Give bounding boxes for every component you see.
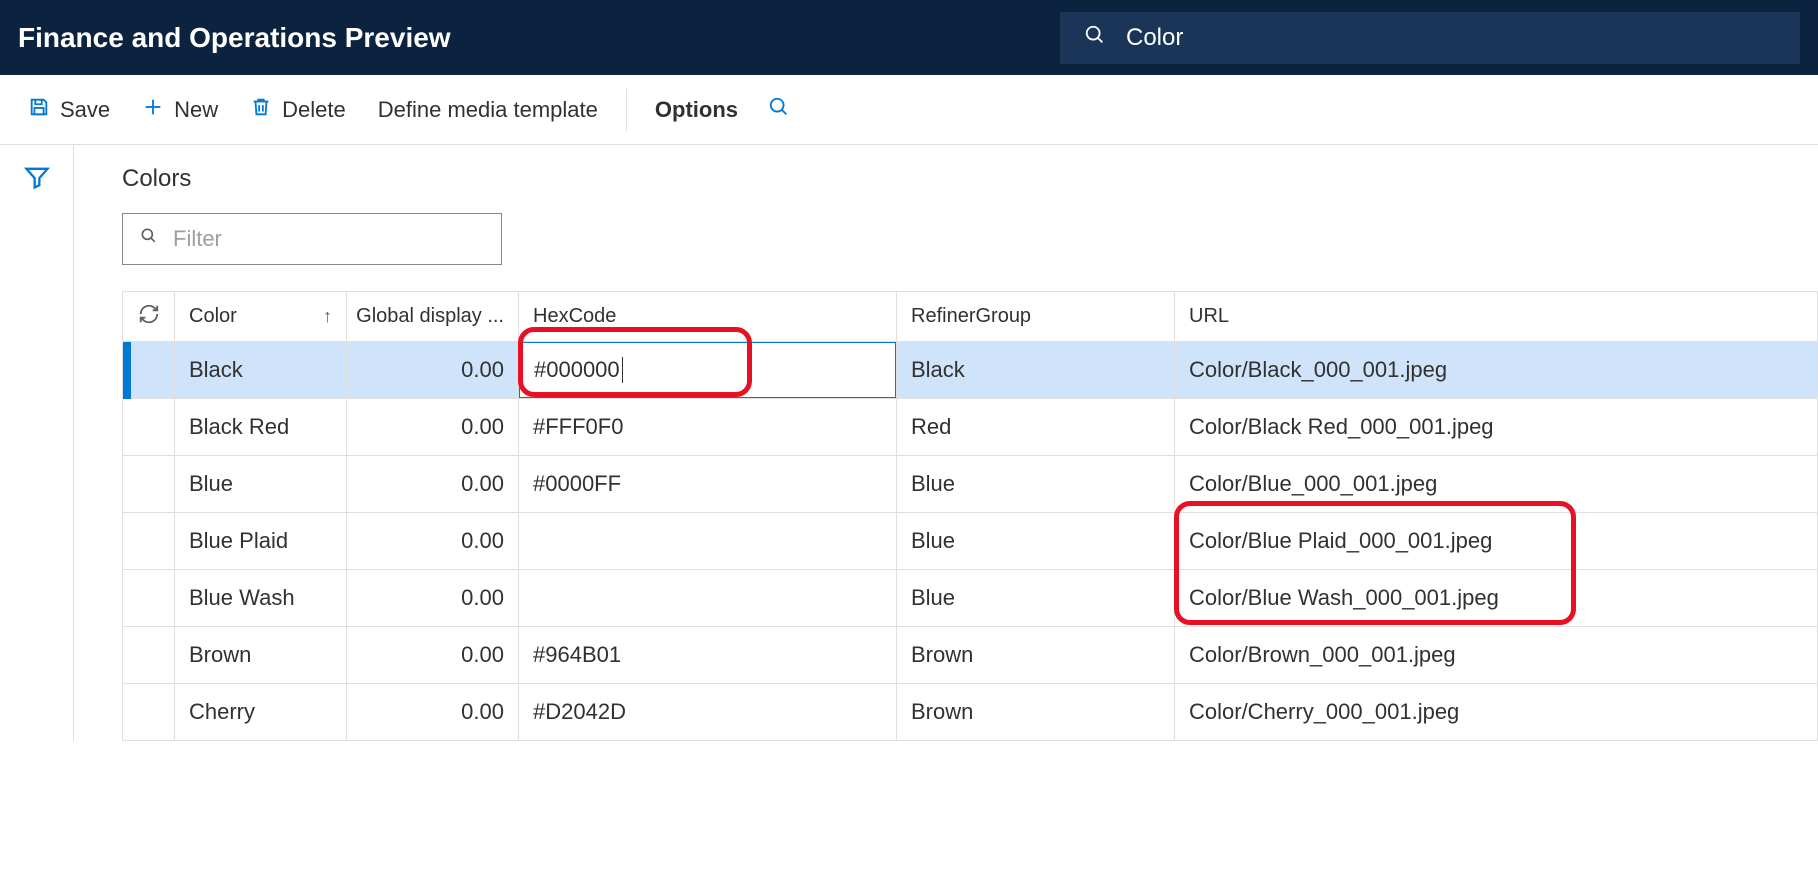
new-label: New bbox=[174, 97, 218, 123]
row-selector[interactable] bbox=[123, 456, 175, 513]
column-header-url[interactable]: URL bbox=[1175, 292, 1818, 342]
cell-hexcode[interactable]: #D2042D bbox=[519, 684, 897, 741]
cell-url[interactable]: Color/Brown_000_001.jpeg bbox=[1175, 627, 1818, 684]
top-nav: Finance and Operations Preview bbox=[0, 0, 1818, 75]
colors-grid: Color ↑ Global display ... HexCode Refin… bbox=[122, 291, 1818, 741]
cell-color[interactable]: Blue bbox=[175, 456, 347, 513]
global-search[interactable] bbox=[1060, 12, 1800, 64]
row-selector[interactable] bbox=[123, 513, 175, 570]
save-icon bbox=[28, 96, 50, 124]
column-label: RefinerGroup bbox=[911, 305, 1031, 328]
column-label: HexCode bbox=[533, 305, 616, 328]
trash-icon bbox=[250, 96, 272, 124]
options-label: Options bbox=[655, 97, 738, 123]
cell-color[interactable]: Blue Plaid bbox=[175, 513, 347, 570]
cell-color[interactable]: Blue Wash bbox=[175, 570, 347, 627]
options-button[interactable]: Options bbox=[641, 89, 752, 131]
cell-hexcode[interactable] bbox=[519, 570, 897, 627]
side-rail bbox=[0, 145, 74, 741]
define-media-template-button[interactable]: Define media template bbox=[364, 89, 612, 131]
cell-url[interactable]: Color/Black_000_001.jpeg bbox=[1175, 342, 1818, 399]
cell-color[interactable]: Brown bbox=[175, 627, 347, 684]
row-selector[interactable] bbox=[123, 399, 175, 456]
row-selector[interactable] bbox=[123, 627, 175, 684]
cell-color[interactable]: Cherry bbox=[175, 684, 347, 741]
column-header-color[interactable]: Color ↑ bbox=[175, 292, 347, 342]
column-header-refinergroup[interactable]: RefinerGroup bbox=[897, 292, 1175, 342]
new-button[interactable]: New bbox=[128, 88, 232, 132]
cell-display[interactable]: 0.00 bbox=[347, 399, 519, 456]
cell-display[interactable]: 0.00 bbox=[347, 684, 519, 741]
cell-color[interactable]: Black Red bbox=[175, 399, 347, 456]
cell-refiner[interactable]: Brown bbox=[897, 684, 1175, 741]
column-label: Color bbox=[189, 305, 237, 328]
filter-pane-button[interactable] bbox=[23, 163, 51, 194]
cell-url[interactable]: Color/Cherry_000_001.jpeg bbox=[1175, 684, 1818, 741]
cell-refiner[interactable]: Red bbox=[897, 399, 1175, 456]
app-title: Finance and Operations Preview bbox=[18, 22, 451, 54]
cell-color[interactable]: Black bbox=[175, 342, 347, 399]
sort-ascending-icon: ↑ bbox=[323, 306, 332, 327]
grid-filter[interactable] bbox=[122, 213, 502, 265]
column-header-hexcode[interactable]: HexCode bbox=[519, 292, 897, 342]
cell-hexcode[interactable]: #964B01 bbox=[519, 627, 897, 684]
row-selector[interactable] bbox=[123, 570, 175, 627]
table-row[interactable]: Black 0.00 #000000 Black Color/Black_000… bbox=[123, 342, 1818, 399]
cell-url[interactable]: Color/Blue Wash_000_001.jpeg bbox=[1175, 570, 1818, 627]
grid-filter-input[interactable] bbox=[173, 226, 485, 252]
cell-display[interactable]: 0.00 bbox=[347, 627, 519, 684]
content: Colors Color ↑ bbox=[74, 145, 1818, 741]
delete-label: Delete bbox=[282, 97, 346, 123]
row-selector[interactable] bbox=[123, 342, 175, 399]
save-label: Save bbox=[60, 97, 110, 123]
main-area: Colors Color ↑ bbox=[0, 145, 1818, 741]
page-title: Colors bbox=[122, 165, 1818, 193]
cell-display[interactable]: 0.00 bbox=[347, 513, 519, 570]
table-row[interactable]: Blue 0.00 #0000FF Blue Color/Blue_000_00… bbox=[123, 456, 1818, 513]
cell-hexcode[interactable]: #0000FF bbox=[519, 456, 897, 513]
cell-refiner[interactable]: Black bbox=[897, 342, 1175, 399]
cell-hexcode[interactable]: #000000 bbox=[519, 342, 897, 399]
define-media-label: Define media template bbox=[378, 97, 598, 123]
hexcode-value: #000000 bbox=[534, 357, 620, 383]
column-header-global-display[interactable]: Global display ... bbox=[347, 292, 519, 342]
cell-url[interactable]: Color/Blue Plaid_000_001.jpeg bbox=[1175, 513, 1818, 570]
search-icon bbox=[1084, 24, 1126, 52]
plus-icon bbox=[142, 96, 164, 124]
hexcode-input[interactable]: #000000 bbox=[519, 342, 896, 398]
cell-url[interactable]: Color/Black Red_000_001.jpeg bbox=[1175, 399, 1818, 456]
delete-button[interactable]: Delete bbox=[236, 88, 360, 132]
cell-refiner[interactable]: Blue bbox=[897, 570, 1175, 627]
refresh-button[interactable] bbox=[123, 292, 175, 342]
action-bar: Save New Delete Define media template Op… bbox=[0, 75, 1818, 145]
cell-display[interactable]: 0.00 bbox=[347, 342, 519, 399]
funnel-icon bbox=[23, 179, 51, 194]
cell-display[interactable]: 0.00 bbox=[347, 570, 519, 627]
refresh-icon bbox=[138, 303, 160, 331]
find-button[interactable] bbox=[756, 88, 802, 132]
table-row[interactable]: Black Red 0.00 #FFF0F0 Red Color/Black R… bbox=[123, 399, 1818, 456]
column-label: Global display ... bbox=[356, 305, 504, 328]
search-icon bbox=[139, 226, 159, 252]
save-button[interactable]: Save bbox=[14, 88, 124, 132]
cell-hexcode[interactable]: #FFF0F0 bbox=[519, 399, 897, 456]
cell-hexcode[interactable] bbox=[519, 513, 897, 570]
cell-refiner[interactable]: Brown bbox=[897, 627, 1175, 684]
cell-display[interactable]: 0.00 bbox=[347, 456, 519, 513]
table-row[interactable]: Blue Wash 0.00 Blue Color/Blue Wash_000_… bbox=[123, 570, 1818, 627]
divider bbox=[626, 89, 627, 131]
grid-header: Color ↑ Global display ... HexCode Refin… bbox=[123, 292, 1818, 342]
cell-url[interactable]: Color/Blue_000_001.jpeg bbox=[1175, 456, 1818, 513]
cell-refiner[interactable]: Blue bbox=[897, 456, 1175, 513]
search-icon bbox=[768, 96, 790, 124]
table-row[interactable]: Blue Plaid 0.00 Blue Color/Blue Plaid_00… bbox=[123, 513, 1818, 570]
table-row[interactable]: Brown 0.00 #964B01 Brown Color/Brown_000… bbox=[123, 627, 1818, 684]
column-label: URL bbox=[1189, 305, 1229, 328]
table-row[interactable]: Cherry 0.00 #D2042D Brown Color/Cherry_0… bbox=[123, 684, 1818, 741]
cell-refiner[interactable]: Blue bbox=[897, 513, 1175, 570]
global-search-input[interactable] bbox=[1126, 24, 1776, 52]
row-selector[interactable] bbox=[123, 684, 175, 741]
